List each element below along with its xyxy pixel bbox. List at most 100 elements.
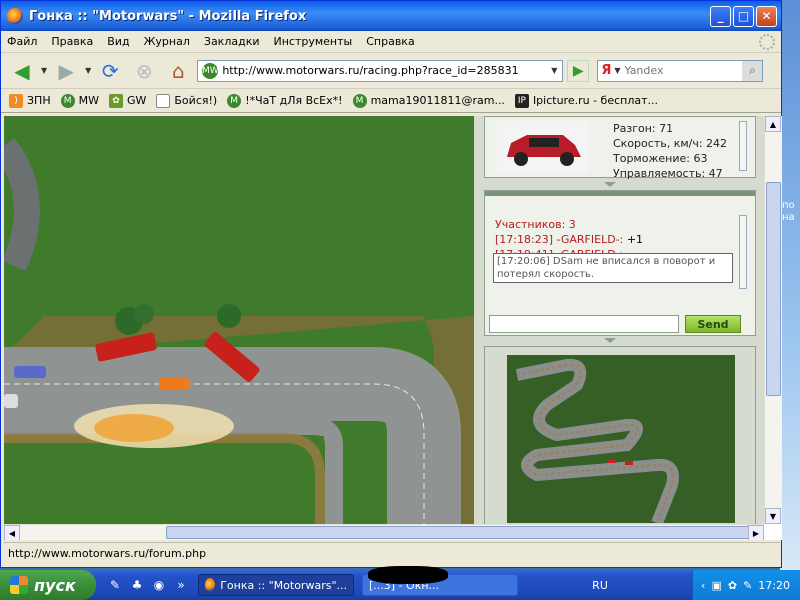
reload-icon[interactable]: ⟳ — [95, 57, 125, 85]
tray-expand-icon[interactable]: ‹ — [701, 579, 705, 592]
collapse-arrow-icon[interactable] — [604, 182, 616, 187]
event-tooltip: [17:20:06] DSam не вписался в поворот и … — [493, 253, 733, 283]
collapse-arrow-icon[interactable] — [604, 338, 616, 343]
send-button[interactable]: Send — [685, 315, 741, 333]
car-info-scrollbar[interactable] — [739, 121, 747, 171]
race-track-view[interactable] — [4, 116, 474, 524]
chat-scrollbar[interactable] — [739, 215, 747, 289]
bookmark-mail[interactable]: Mmama19011811@ram... — [352, 93, 505, 108]
bookmark-chat[interactable]: M !*ЧаТ дЛя ВсЕх*! — [227, 93, 343, 108]
menu-tools[interactable]: Инструменты — [274, 35, 353, 48]
menu-file[interactable]: Файл — [7, 35, 37, 48]
menu-edit[interactable]: Правка — [51, 35, 93, 48]
firefox-quick-launch-icon[interactable]: ◉ — [150, 576, 168, 594]
car-info-panel: Разгон: 71 Скорость, км/ч: 242 Торможени… — [484, 116, 756, 181]
stat-acceleration: Разгон: 71 — [613, 122, 674, 135]
back-history-dropdown-icon[interactable]: ▼ — [41, 66, 47, 75]
desktop-text-fragment: по на — [782, 200, 795, 223]
search-engine-dropdown-icon[interactable]: ▼ — [614, 66, 620, 75]
quick-launch-icon[interactable]: ♣ — [128, 576, 146, 594]
title-bar[interactable]: Гонка :: "Motorwars" - Mozilla Firefox _… — [1, 1, 781, 31]
search-box[interactable]: Я ▼ ⌕ — [597, 59, 764, 82]
stop-icon[interactable]: ⊗ — [129, 57, 159, 85]
chat-panel: Участников: 3 [17:18:23] -GARFIELD-: +1 … — [484, 190, 756, 336]
system-tray: ‹ ▣ ✿ ✎ 17:20 — [692, 570, 800, 600]
firefox-icon — [7, 8, 23, 24]
back-arrow-icon[interactable]: ◀ — [7, 57, 37, 85]
url-input[interactable] — [222, 64, 543, 77]
window-title: Гонка :: "Motorwars" - Mozilla Firefox — [29, 8, 307, 24]
yandex-engine-icon[interactable]: Я — [598, 63, 614, 78]
page-vertical-scrollbar[interactable]: ▲ ▼ — [764, 116, 782, 524]
leaf-icon: ✿ — [108, 93, 123, 108]
tray-app-icon[interactable]: ✿ — [728, 579, 737, 592]
menu-bar: Файл Правка Вид Журнал Закладки Инструме… — [1, 31, 781, 53]
menu-history[interactable]: Журнал — [144, 35, 190, 48]
bookmark-ipicture[interactable]: IP Ipicture.ru - бесплат... — [514, 93, 658, 108]
chat-line: [17:18:23] -GARFIELD-: +1 — [495, 233, 644, 246]
tray-app-icon[interactable]: ✎ — [743, 579, 752, 592]
quick-launch: ✎ ♣ ◉ » — [106, 576, 190, 594]
network-icon[interactable]: ▣ — [711, 579, 721, 592]
scroll-left-arrow-icon[interactable]: ◀ — [4, 525, 20, 540]
throbber-icon — [759, 33, 775, 50]
clock[interactable]: 17:20 — [758, 579, 790, 592]
scroll-up-arrow-icon[interactable]: ▲ — [765, 116, 781, 132]
minimap[interactable] — [507, 355, 735, 523]
white-car — [4, 394, 18, 408]
firefox-icon — [205, 578, 216, 592]
windows-logo-icon — [10, 576, 28, 594]
go-arrow-icon[interactable]: ▶ — [567, 59, 590, 82]
mw-icon: M — [227, 93, 242, 108]
url-dropdown-icon[interactable]: ▼ — [546, 66, 562, 75]
stat-speed: Скорость, км/ч: 242 — [613, 137, 728, 150]
menu-help[interactable]: Справка — [366, 35, 414, 48]
race-track-graphic — [4, 116, 474, 524]
language-indicator[interactable]: RU — [592, 579, 608, 592]
blue-car — [14, 366, 46, 378]
page-icon — [156, 93, 171, 108]
car-picture — [497, 121, 589, 173]
scroll-down-arrow-icon[interactable]: ▼ — [765, 508, 781, 524]
desktop-background: по на — [780, 0, 800, 570]
task-firefox[interactable]: Гонка :: "Motorwars"... — [198, 574, 354, 596]
forward-history-dropdown-icon[interactable]: ▼ — [85, 66, 91, 75]
stat-handling: Управляемость: 47 — [613, 167, 723, 180]
close-button[interactable]: ✕ — [756, 5, 777, 27]
start-button[interactable]: пуск — [0, 570, 96, 600]
quick-launch-icon[interactable]: ✎ — [106, 576, 124, 594]
ipicture-icon: IP — [514, 93, 529, 108]
mw-icon: M — [60, 93, 75, 108]
bookmark-boysya[interactable]: Бойся!) — [156, 93, 217, 108]
minimap-panel — [484, 346, 756, 526]
more-chevron-icon[interactable]: » — [172, 576, 190, 594]
menu-view[interactable]: Вид — [107, 35, 129, 48]
search-magnifier-icon[interactable]: ⌕ — [742, 60, 763, 81]
chat-input[interactable] — [489, 315, 679, 333]
mw-icon: M — [352, 93, 367, 108]
status-bar: http://www.motorwars.ru/forum.php — [4, 542, 780, 564]
scroll-right-arrow-icon[interactable]: ▶ — [748, 525, 764, 540]
bookmarks-toolbar: ) ЗПН M MW ✿ GW Бойся!) M !*ЧаТ дЛя ВсЕх*! M… — [1, 89, 781, 113]
redaction-blot — [368, 566, 448, 584]
navigation-toolbar: ◀ ▼ ▶ ▼ ⟳ ⊗ ⌂ MW ▼ ▶ Я ▼ ⌕ — [1, 53, 781, 89]
page-horizontal-scrollbar[interactable]: ◀ ▶ — [4, 524, 764, 540]
vertical-scroll-thumb[interactable] — [766, 182, 781, 396]
car-stats: Разгон: 71 Скорость, км/ч: 242 Торможени… — [613, 121, 727, 181]
rss-icon: ) — [9, 93, 23, 108]
participants-count: Участников: 3 — [495, 218, 576, 231]
bookmark-gw[interactable]: ✿ GW — [108, 93, 146, 108]
address-bar[interactable]: MW ▼ — [197, 59, 564, 82]
search-input[interactable] — [624, 64, 735, 77]
bookmark-zpn[interactable]: ) ЗПН — [9, 93, 51, 108]
site-favicon-icon: MW — [202, 62, 219, 79]
minimize-button[interactable]: _ — [710, 5, 731, 27]
home-icon[interactable]: ⌂ — [163, 57, 193, 85]
orange-car — [159, 378, 189, 390]
maximize-button[interactable]: □ — [733, 5, 754, 27]
menu-bookmarks[interactable]: Закладки — [204, 35, 260, 48]
side-panel: Разгон: 71 Скорость, км/ч: 242 Торможени… — [474, 116, 764, 526]
forward-arrow-icon[interactable]: ▶ — [51, 57, 81, 85]
bookmark-mw[interactable]: M MW — [60, 93, 99, 108]
horizontal-scroll-thumb[interactable] — [166, 526, 754, 539]
